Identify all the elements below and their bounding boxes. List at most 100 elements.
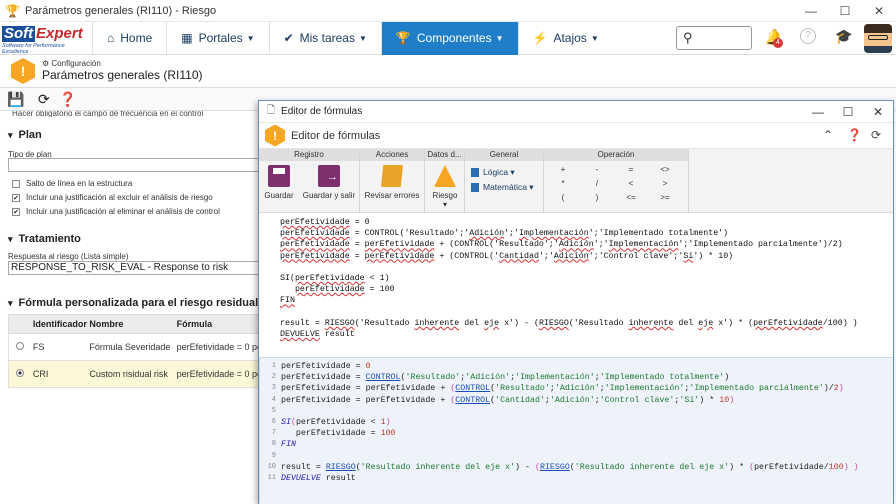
refresh-icon[interactable]: ⟳: [871, 128, 881, 142]
caret-down-icon: ▾: [442, 200, 447, 209]
window-titlebar: 🏆 Parámetros generales (RI110) - Riesgo …: [0, 0, 896, 22]
search-input[interactable]: ⚲: [676, 26, 752, 50]
nav-home[interactable]: ⌂ Home: [92, 21, 166, 55]
respuesta-field[interactable]: RESPONSE_TO_RISK_EVAL - Response to risk: [8, 261, 260, 275]
riesgo-button[interactable]: Riesgo ▾: [427, 163, 463, 209]
formula-highlighted-text[interactable]: perEfetividade = 0 perEfetividade = CONT…: [281, 361, 859, 484]
op-divide[interactable]: /: [582, 179, 612, 188]
help-icon[interactable]: ❓: [847, 128, 862, 142]
group-registro: Registro Guardar Guardar y salir: [259, 149, 360, 213]
op-greater[interactable]: >: [650, 179, 680, 188]
checkbox-justificacion-eliminar[interactable]: ✔ Incluir una justificación al eliminar e…: [12, 207, 220, 216]
main-navbar: Soft Expert Software for Performance Exc…: [0, 21, 896, 55]
formula-text-editor[interactable]: perEfetividade = 0 perEfetividade = CONT…: [259, 214, 893, 358]
window-title: Parámetros generales (RI110) - Riesgo: [25, 4, 217, 17]
warning-icon: !: [11, 58, 35, 84]
formula-source-text[interactable]: perEfetividade = 0 perEfetividade = CONT…: [280, 217, 858, 340]
bolt-icon: ⚡: [532, 31, 548, 45]
nav-atajos[interactable]: ⚡ Atajos ▼: [517, 21, 613, 55]
minimize-button[interactable]: —: [794, 4, 828, 18]
trophy-icon: 🏆: [395, 31, 411, 45]
group-datos: Datos d... Riesgo ▾: [425, 149, 465, 213]
group-general: General Lógica ▾ Matemática ▾: [465, 149, 544, 213]
caret-down-icon: ▼: [495, 33, 504, 43]
checkbox-justificacion-excluir[interactable]: ✔ Incluir una justificación al excluir el…: [12, 193, 213, 202]
respuesta-label: Respuesta al riesgo (Lista simple): [8, 252, 129, 261]
save-exit-icon: [318, 165, 340, 187]
help-icon[interactable]: ?: [800, 28, 816, 44]
check-icon: ✔: [283, 31, 294, 45]
math-icon: [471, 183, 479, 193]
row-radio[interactable]: [15, 342, 24, 350]
ribbon: Registro Guardar Guardar y salir Accione…: [259, 149, 893, 213]
dialog-close-button[interactable]: ✕: [863, 105, 893, 119]
document-icon: 🗋: [267, 105, 276, 116]
save-icon[interactable]: 💾: [7, 91, 24, 108]
caret-down-icon: ▼: [590, 33, 599, 43]
op-open-paren[interactable]: (: [548, 193, 578, 202]
section-tratamiento[interactable]: Tratamiento: [8, 233, 81, 245]
avatar[interactable]: [864, 24, 892, 53]
matematica-dropdown[interactable]: Matemática ▾: [471, 182, 534, 193]
formula-highlighted-editor[interactable]: 1 2 3 4 5 6 7 8 9 10 11 perEfetividade =…: [259, 358, 893, 504]
nav-mis-tareas[interactable]: ✔ Mis tareas ▼: [268, 21, 381, 55]
guardar-button[interactable]: Guardar: [263, 163, 295, 200]
op-close-paren[interactable]: ): [582, 193, 612, 202]
guardar-salir-button[interactable]: Guardar y salir: [301, 163, 357, 200]
softexpert-logo[interactable]: Soft Expert Software for Performance Exc…: [0, 23, 92, 55]
op-greater-equal[interactable]: >=: [650, 193, 680, 202]
op-not-equal[interactable]: <>: [650, 165, 680, 174]
dialog-maximize-button[interactable]: ☐: [833, 105, 863, 119]
group-operacion: Operación + - = <> * / < > ( ) <= >=: [544, 149, 689, 213]
formula-editor-dialog: 🗋 Editor de fórmulas — ☐ ✕ ! Editor de f…: [258, 100, 894, 504]
formula-table: Identificador Nombre Fórmula FS Fórmula …: [8, 314, 260, 388]
revisar-errores-button[interactable]: Revisar errores: [362, 163, 422, 200]
tipo-plan-field[interactable]: [8, 158, 260, 172]
checkbox-salto-linea[interactable]: Salto de línea en la estructura: [12, 179, 132, 188]
home-icon: ⌂: [107, 31, 115, 45]
graduation-cap-icon[interactable]: 🎓: [835, 28, 852, 45]
op-equal[interactable]: =: [616, 165, 646, 174]
dialog-window-title: Editor de fórmulas: [281, 106, 363, 117]
refresh-icon[interactable]: ⟳: [38, 91, 50, 108]
table-row[interactable]: FS Fórmula Severidade perEfetividade = 0…: [8, 334, 260, 361]
collapse-icon[interactable]: ⌃: [823, 128, 833, 142]
page-title: Parámetros generales (RI110): [42, 68, 203, 82]
review-icon: [381, 165, 403, 187]
nav-portales[interactable]: ▦ Portales ▼: [166, 21, 268, 55]
dialog-minimize-button[interactable]: —: [803, 105, 833, 119]
table-header: Identificador Nombre Fórmula: [8, 314, 260, 334]
cut-off-label: Hacer obligatorio el campo de frecuencia…: [12, 111, 204, 117]
dialog-title: Editor de fórmulas: [291, 129, 381, 142]
background-form: Hacer obligatorio el campo de frecuencia…: [0, 111, 260, 504]
page-header: ! ⚙ Configuración Parámetros generales (…: [0, 56, 896, 86]
warning-icon: !: [265, 124, 285, 147]
op-less-equal[interactable]: <=: [616, 193, 646, 202]
search-icon: ⚲: [683, 30, 693, 45]
section-formula[interactable]: Fórmula personalizada para el riesgo res…: [8, 297, 259, 309]
risk-warning-icon: [434, 165, 456, 187]
help-icon[interactable]: ❓: [59, 91, 76, 108]
caret-down-icon: ▼: [358, 33, 367, 43]
group-acciones: Acciones Revisar errores: [360, 149, 425, 213]
line-numbers: 1 2 3 4 5 6 7 8 9 10 11: [267, 362, 276, 483]
portal-icon: ▦: [181, 31, 193, 45]
page-subtitle: ⚙ Configuración: [42, 59, 101, 68]
logica-dropdown[interactable]: Lógica ▾: [471, 167, 515, 178]
close-button[interactable]: ✕: [862, 4, 896, 18]
op-plus[interactable]: +: [548, 165, 578, 174]
section-plan[interactable]: Plan: [8, 129, 42, 141]
op-less[interactable]: <: [616, 179, 646, 188]
logic-icon: [471, 168, 479, 178]
op-minus[interactable]: -: [582, 165, 612, 174]
op-multiply[interactable]: *: [548, 179, 578, 188]
notification-badge: 4: [773, 38, 783, 48]
nav-componentes[interactable]: 🏆 Componentes ▼: [380, 21, 518, 55]
table-row[interactable]: CRI Custom risidual risk perEfetividade …: [8, 361, 260, 388]
maximize-button[interactable]: ☐: [828, 4, 862, 18]
row-radio[interactable]: [15, 369, 24, 377]
save-icon: [268, 165, 290, 187]
trophy-icon: 🏆: [5, 3, 20, 18]
dialog-header: ! Editor de fórmulas ⌃ ❓ ⟳: [259, 123, 893, 149]
caret-down-icon: ▼: [246, 33, 255, 43]
